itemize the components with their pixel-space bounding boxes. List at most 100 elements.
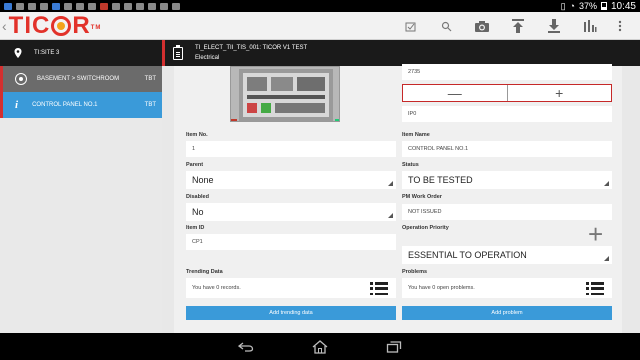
action-bar: ‹ TIC R TM: [0, 12, 640, 40]
clock: 10:45: [610, 0, 636, 12]
notification-icon: [112, 2, 120, 10]
notification-icon: [76, 2, 84, 10]
download-icon: [148, 2, 156, 10]
parent-select[interactable]: None: [186, 171, 396, 189]
list-icon[interactable]: [370, 282, 388, 295]
trending-data-label: Trending Data: [186, 269, 223, 275]
battery-level: 37%: [578, 1, 597, 11]
disabled-value: No: [192, 207, 204, 217]
detail-panel: 2735 — + IP0 Item No. 1 Item Name CONTRO…: [174, 64, 622, 333]
navigation-bar: [0, 333, 640, 360]
notification-icon: [4, 2, 12, 10]
sidebar-location-tag: TBT: [144, 76, 156, 82]
system-status: ▯ ◔ 37% 10:45: [561, 1, 636, 12]
sidebar-site-label: TI:SITE 3: [34, 50, 60, 56]
pm-work-order-field[interactable]: NOT ISSUED: [402, 204, 612, 220]
problems-label: Problems: [402, 269, 428, 275]
operation-priority-select[interactable]: ESSENTIAL TO OPERATION: [402, 246, 612, 264]
back-chevron-icon[interactable]: ‹: [2, 18, 7, 34]
asset-path: TI_ELECT_TII_TIS_001: TICOR V1 TEST: [195, 45, 308, 51]
item-no-field[interactable]: 1: [186, 141, 396, 157]
item-id-field[interactable]: CP1: [186, 234, 396, 250]
right-gutter: [622, 66, 640, 333]
quantity-field[interactable]: 2735: [402, 64, 612, 80]
home-icon[interactable]: [312, 339, 328, 354]
download-icon[interactable]: [536, 12, 572, 40]
action-icons: [392, 12, 632, 40]
add-trending-data-button[interactable]: Add trending data: [186, 306, 396, 320]
item-name-label: Item Name: [402, 132, 430, 138]
item-no-label: Item No.: [186, 132, 208, 138]
notification-icon: [88, 2, 96, 10]
overflow-menu-icon[interactable]: [608, 12, 632, 40]
detail-header: TI_ELECT_TII_TIS_001: TICOR V1 TEST Elec…: [162, 40, 640, 66]
back-icon[interactable]: [238, 341, 254, 352]
recent-apps-icon[interactable]: [386, 340, 402, 353]
parent-value: None: [192, 175, 214, 185]
sidebar-item-tag: TBT: [144, 102, 156, 108]
upload-icon[interactable]: [500, 12, 536, 40]
wifi-icon: ◔: [569, 1, 575, 11]
sidebar-location-label: BASEMENT > SWITCHROOM: [37, 76, 120, 82]
ip-rating-field[interactable]: IP0: [402, 106, 612, 122]
logo-o-mark: [51, 15, 72, 36]
dropdown-corner-icon: [388, 181, 393, 186]
target-icon: [15, 73, 27, 85]
disabled-select[interactable]: No: [186, 203, 396, 221]
item-id-label: Item ID: [186, 225, 205, 231]
clipboard-check-icon[interactable]: [392, 12, 428, 40]
sidebar: TI:SITE 3 BASEMENT > SWITCHROOM TBT i CO…: [0, 40, 162, 333]
item-name-value: CONTROL PANEL NO.1: [408, 146, 469, 152]
add-problem-button[interactable]: Add problem: [402, 306, 612, 320]
ticor-logo[interactable]: TIC R TM: [9, 10, 102, 42]
trending-data-summary[interactable]: You have 0 records.: [186, 278, 396, 298]
item-id-value: CP1: [192, 239, 203, 245]
operation-priority-label: Operation Priority: [402, 225, 449, 231]
mail-icon: [28, 2, 36, 10]
notification-icon: [100, 2, 108, 10]
status-label: Status: [402, 162, 419, 168]
search-icon[interactable]: [428, 12, 464, 40]
status-value: TO BE TESTED: [408, 175, 473, 185]
quantity-value: 2735: [408, 69, 421, 75]
status-select[interactable]: TO BE TESTED: [402, 171, 612, 189]
image-icon: [64, 2, 72, 10]
dropdown-corner-icon: [388, 213, 393, 218]
battery-icon: [600, 2, 607, 10]
parent-label: Parent: [186, 162, 204, 168]
clipboard-icon: [173, 44, 183, 60]
dropdown-corner-icon: [604, 181, 609, 186]
operation-priority-value: ESSENTIAL TO OPERATION: [408, 250, 527, 260]
facebook-icon: [52, 2, 60, 10]
add-priority-icon[interactable]: +: [588, 221, 603, 247]
problems-summary[interactable]: You have 0 open problems.: [402, 278, 612, 298]
dropdown-corner-icon: [604, 256, 609, 261]
increment-button[interactable]: +: [508, 85, 612, 101]
notification-icon: [124, 2, 132, 10]
sim-icon: ▯: [560, 0, 566, 11]
equipment-photo[interactable]: [230, 66, 340, 122]
location-pin-icon: [14, 48, 22, 58]
ip-rating-value: IP0: [408, 111, 417, 117]
mail-icon: [40, 2, 48, 10]
sidebar-item-label: CONTROL PANEL NO.1: [32, 102, 98, 108]
item-no-value: 1: [192, 146, 196, 152]
list-icon[interactable]: [586, 282, 604, 295]
item-name-field[interactable]: CONTROL PANEL NO.1: [402, 141, 612, 157]
quantity-stepper[interactable]: — +: [402, 84, 612, 102]
decrement-button[interactable]: —: [403, 85, 508, 101]
problems-count: You have 0 open problems.: [408, 285, 475, 291]
sidebar-item-control-panel[interactable]: i CONTROL PANEL NO.1 TBT: [0, 92, 162, 118]
pm-work-order-label: PM Work Order: [402, 194, 442, 200]
info-icon: i: [15, 99, 19, 111]
disabled-label: Disabled: [186, 194, 209, 200]
sidebar-item-location[interactable]: BASEMENT > SWITCHROOM TBT: [0, 66, 162, 92]
trending-data-count: You have 0 records.: [192, 285, 241, 291]
notification-icons: [4, 2, 180, 10]
image-icon: [160, 2, 168, 10]
pm-work-order-value: NOT ISSUED: [408, 209, 442, 215]
bar-chart-icon[interactable]: [572, 12, 608, 40]
sidebar-site-row[interactable]: TI:SITE 3: [0, 40, 162, 66]
asset-category: Electrical: [195, 55, 220, 61]
camera-icon[interactable]: [464, 12, 500, 40]
